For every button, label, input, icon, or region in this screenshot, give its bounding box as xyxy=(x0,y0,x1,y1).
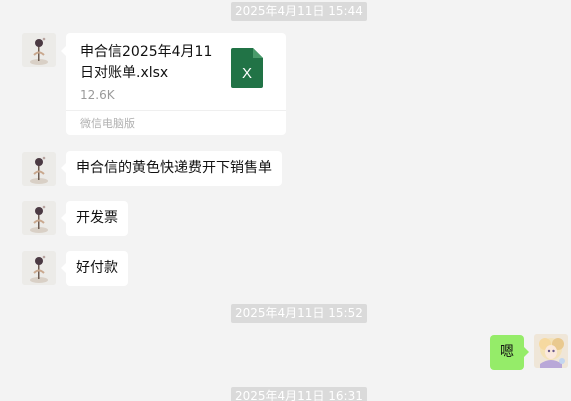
file-size: 12.6K xyxy=(80,88,115,102)
timestamp: 2025年4月11日 16:31 xyxy=(231,387,367,401)
timestamp: 2025年4月11日 15:44 xyxy=(231,2,367,21)
message-bubble[interactable]: 好付款 xyxy=(61,251,128,286)
message-bubble[interactable]: 开发票 xyxy=(61,201,128,236)
contact-avatar[interactable] xyxy=(22,251,56,285)
self-avatar[interactable] xyxy=(534,334,568,368)
file-message-card[interactable]: 申合信2025年4月11日对账单.xlsx X 12.6K 微信电脑版 xyxy=(61,33,286,135)
message-bubble[interactable]: 申合信的黄色快递费开下销售单 xyxy=(61,151,282,186)
contact-avatar[interactable] xyxy=(22,152,56,186)
timestamp: 2025年4月11日 15:52 xyxy=(231,304,367,323)
message-bubble-self[interactable]: 嗯 xyxy=(490,335,529,370)
chat-window: 2025年4月11日 15:44 申合信2025年4月11日对账单.xlsx X… xyxy=(0,0,571,401)
file-name: 申合信2025年4月11日对账单.xlsx xyxy=(80,44,213,81)
excel-file-icon-letter: X xyxy=(242,65,252,82)
excel-file-icon: X xyxy=(231,48,263,88)
file-source-label: 微信电脑版 xyxy=(80,117,135,130)
contact-avatar[interactable] xyxy=(22,201,56,235)
divider xyxy=(66,110,286,111)
contact-avatar[interactable] xyxy=(22,33,56,67)
